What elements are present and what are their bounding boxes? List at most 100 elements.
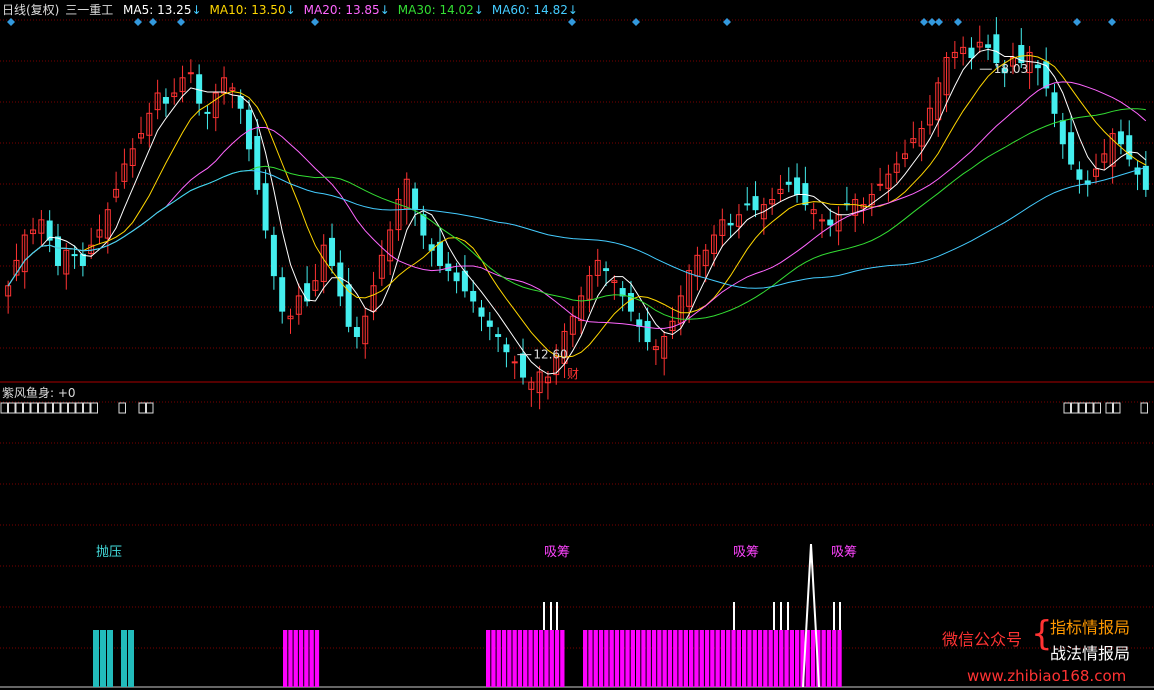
diamond-icon xyxy=(311,18,319,26)
candle-down xyxy=(744,203,751,206)
candle-up xyxy=(511,361,518,364)
indicator-name[interactable]: 紫风鱼身: xyxy=(2,386,54,400)
xichou-bar xyxy=(641,630,646,687)
xichou-bar xyxy=(694,630,699,687)
signal-box xyxy=(0,402,8,414)
signal-xichou-3: 吸筹 xyxy=(831,545,858,560)
xichou-bar xyxy=(539,630,544,687)
xichou-bar xyxy=(604,630,609,687)
candle-down xyxy=(237,96,244,109)
candle-down xyxy=(993,34,1000,64)
xichou-bar xyxy=(549,630,554,687)
xichou-bar xyxy=(736,630,741,687)
candle-down xyxy=(420,214,427,236)
signal-box xyxy=(1086,402,1094,414)
candle-down xyxy=(968,47,975,59)
xichou-bar xyxy=(651,630,657,687)
xichou-bar xyxy=(747,630,752,687)
xichou-bar xyxy=(667,630,673,687)
xichou-bar xyxy=(620,630,625,687)
signal-box xyxy=(138,402,146,414)
signal-box xyxy=(1093,402,1101,414)
diamond-icon xyxy=(1073,18,1081,26)
xichou-bar xyxy=(304,630,309,687)
watermark-name2: 战法情报局 xyxy=(1050,644,1131,663)
xichou-bar xyxy=(662,630,667,687)
xichou-bar xyxy=(821,630,826,687)
candle-down xyxy=(270,234,277,277)
high-price-label: 18.03 xyxy=(994,62,1028,76)
xichou-bar xyxy=(636,630,641,687)
watermark-url[interactable]: www.zhibiao168.com xyxy=(967,667,1126,685)
candle-down xyxy=(262,183,269,231)
signal-box xyxy=(8,402,16,414)
candle-down xyxy=(1068,132,1075,165)
candle-down xyxy=(1117,131,1124,145)
candle-down xyxy=(162,97,169,104)
candle-down xyxy=(1034,64,1041,69)
candle-down xyxy=(486,320,493,327)
candle-down xyxy=(794,177,801,195)
candle-down xyxy=(453,272,460,282)
diamond-icon xyxy=(935,18,943,26)
candle-down xyxy=(644,320,651,343)
low-price-label: 12.60 xyxy=(533,348,567,362)
down-arrow-icon: ↓ xyxy=(567,3,578,17)
xichou-bar xyxy=(715,630,720,687)
xichou-bar xyxy=(507,630,512,687)
xichou-bar xyxy=(710,630,715,687)
period-label[interactable]: 日线(复权) xyxy=(2,3,59,17)
xichou-bar xyxy=(293,630,298,687)
diamond-icon xyxy=(7,18,15,26)
watermark-wechat: 微信公众号 xyxy=(942,630,1023,649)
diamond-icon xyxy=(1108,18,1116,26)
down-arrow-icon: ↓ xyxy=(191,3,202,17)
paoya-bar xyxy=(121,630,127,687)
signal-box xyxy=(45,402,53,414)
xichou-bar xyxy=(837,630,842,687)
paoya-bar xyxy=(128,630,134,687)
signal-box xyxy=(146,402,154,414)
candle-down xyxy=(436,241,443,266)
kline-chart[interactable]: 18.03 12.60财 xyxy=(0,0,1154,690)
ma60-line xyxy=(7,166,1146,289)
candle-down xyxy=(254,136,261,190)
xichou-bar xyxy=(810,630,816,687)
xichou-bar xyxy=(795,630,800,687)
stock-name[interactable]: 三一重工 xyxy=(65,3,113,17)
candle-down xyxy=(1051,92,1058,114)
signal-box xyxy=(30,402,38,414)
signal-box xyxy=(68,402,76,414)
xichou-bar xyxy=(501,630,507,687)
paoya-bar xyxy=(107,630,113,687)
xichou-bar xyxy=(752,630,757,687)
candle-down xyxy=(54,236,61,266)
candle-down xyxy=(827,219,834,226)
signal-box xyxy=(1113,402,1121,414)
diamond-icon xyxy=(177,18,185,26)
xichou-bar xyxy=(646,630,651,687)
signal-xichou-2: 吸筹 xyxy=(733,545,760,560)
candle-down xyxy=(329,237,336,266)
xichou-bar xyxy=(763,630,768,687)
diamond-icon xyxy=(954,18,962,26)
xichou-bar xyxy=(512,630,517,687)
candle-down xyxy=(353,327,360,337)
xichou-bar xyxy=(630,630,635,687)
signal-xichou-1: 吸筹 xyxy=(544,545,571,560)
signal-box xyxy=(1063,402,1071,414)
xichou-bar xyxy=(826,630,832,687)
signal-box xyxy=(75,402,83,414)
xichou-bar xyxy=(673,630,678,687)
xichou-bar xyxy=(588,630,593,687)
xichou-bar xyxy=(309,630,314,687)
ma-legend-item: MA20: 13.85↓ xyxy=(303,3,390,17)
xichou-bar xyxy=(726,630,731,687)
candle-down xyxy=(603,268,610,272)
signal-box xyxy=(1078,402,1086,414)
xichou-bar xyxy=(768,630,773,687)
indicator-title: 紫风鱼身: +0 xyxy=(2,384,76,401)
candle-down xyxy=(727,222,734,226)
xichou-bar xyxy=(757,630,763,687)
indicator-value: +0 xyxy=(57,386,76,400)
